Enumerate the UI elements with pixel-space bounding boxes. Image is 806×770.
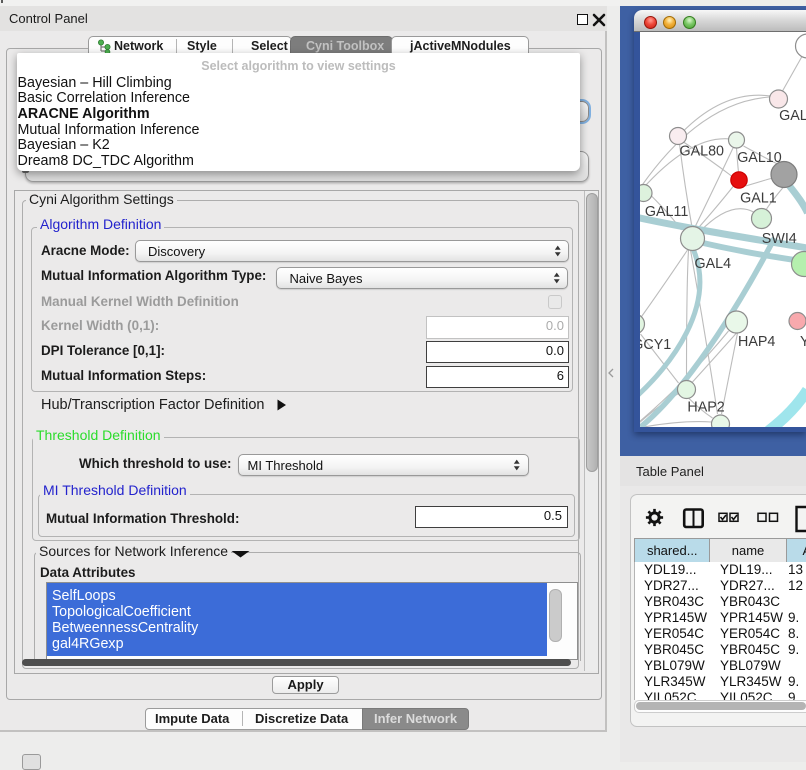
svg-text:SWI4: SWI4 <box>761 231 796 247</box>
svg-text:GAL1: GAL1 <box>740 190 777 206</box>
svg-text:HAP4: HAP4 <box>738 334 775 350</box>
svg-text:GAL4: GAL4 <box>694 256 731 272</box>
svg-text:GAL7: GAL7 <box>779 108 806 124</box>
svg-text:YEL: YEL <box>800 334 806 350</box>
svg-text:GAL10: GAL10 <box>737 150 782 166</box>
svg-text:GAL11: GAL11 <box>644 204 687 220</box>
svg-text:GAL80: GAL80 <box>679 144 724 160</box>
svg-text:GCY1: GCY1 <box>640 337 671 353</box>
svg-text:HAP2: HAP2 <box>687 399 724 415</box>
